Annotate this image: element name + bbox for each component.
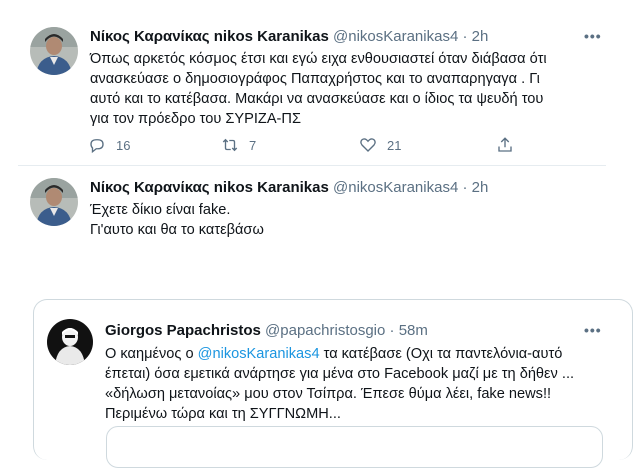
display-name[interactable]: Νίκος Καρανίκας nikos Karanikas bbox=[90, 28, 329, 45]
retweet-count: 7 bbox=[249, 137, 257, 153]
user-handle[interactable]: @papachristosgio bbox=[265, 322, 385, 339]
divider bbox=[18, 165, 606, 166]
timestamp[interactable]: 2h bbox=[472, 28, 489, 45]
display-name[interactable]: Giorgos Papachristos bbox=[105, 322, 261, 339]
avatar[interactable] bbox=[30, 27, 78, 75]
avatar[interactable] bbox=[30, 178, 78, 226]
embedded-media-card[interactable] bbox=[106, 426, 603, 468]
more-options-icon[interactable]: ••• bbox=[584, 322, 602, 338]
tweet-line: Όπως αρκετός κόσμος έτσι και εγώ ειχα εν… bbox=[90, 51, 547, 67]
tweet-text: Έχετε δίκιο είναι fake. Γι'αυτο και θα τ… bbox=[90, 200, 264, 240]
share-button[interactable] bbox=[496, 136, 514, 154]
tweet-line: «δήλωση μετανοίας» μου στον Τσίπρα. Έπεσ… bbox=[105, 386, 552, 402]
tweet-text: Όπως αρκετός κόσμος έτσι και εγώ ειχα εν… bbox=[90, 49, 547, 129]
timestamp[interactable]: 2h bbox=[472, 179, 489, 196]
more-options-icon[interactable]: ••• bbox=[584, 28, 602, 44]
tweet-line: Περιμένω τώρα και τη ΣΥΓΓΝΩΜΗ... bbox=[105, 406, 341, 422]
reply-button[interactable]: 16 bbox=[88, 136, 130, 154]
tweet-line: ανασκεύασε ο δημοσιογράφος Παπαχρήστος κ… bbox=[90, 71, 540, 87]
reply-count: 16 bbox=[116, 137, 131, 153]
tweet-line: αυτό και το κατέβασα. Μακάρι να ανασκεύα… bbox=[90, 91, 544, 107]
avatar[interactable] bbox=[47, 319, 93, 365]
timestamp[interactable]: 58m bbox=[399, 322, 428, 339]
user-handle[interactable]: @nikosKaranikas4 bbox=[333, 179, 458, 196]
tweet-actions: 16 7 21 bbox=[72, 134, 512, 154]
text-fragment: τα κατέβασε (Οχι τα παντελόνια-αυτό bbox=[319, 346, 563, 362]
quoted-tweet-header: Giorgos Papachristos @papachristosgio · … bbox=[105, 322, 428, 340]
like-button[interactable]: 21 bbox=[359, 136, 401, 154]
separator-dot: · bbox=[462, 28, 468, 45]
separator-dot: · bbox=[389, 322, 395, 339]
retweet-icon bbox=[222, 138, 238, 152]
tweet-line: Έχετε δίκιο είναι fake. bbox=[90, 202, 231, 218]
reply-icon bbox=[90, 139, 104, 154]
tweet-header: Νίκος Καρανίκας nikos Karanikas @nikosKa… bbox=[90, 28, 488, 46]
tweet-line: έπεται) όσα εμετικά ανάρτησε για μένα στ… bbox=[105, 366, 575, 382]
user-handle[interactable]: @nikosKaranikas4 bbox=[333, 28, 458, 45]
mention-link[interactable]: @nikosKaranikas4 bbox=[198, 346, 320, 362]
like-count: 21 bbox=[387, 137, 402, 153]
separator-dot: · bbox=[462, 179, 468, 196]
share-icon bbox=[498, 137, 512, 152]
retweet-button[interactable]: 7 bbox=[221, 136, 256, 154]
tweet-line: Ο καημένος ο @nikosKaranikas4 τα κατέβασ… bbox=[105, 344, 574, 364]
display-name[interactable]: Νίκος Καρανίκας nikos Karanikas bbox=[90, 179, 329, 196]
tweet-line: για τον πρόεδρο του ΣΥΡΙΖΑ-ΠΣ bbox=[90, 111, 301, 127]
tweet-header: Νίκος Καρανίκας nikos Karanikas @nikosKa… bbox=[90, 179, 488, 197]
tweet-line: Γι'αυτο και θα το κατεβάσω bbox=[90, 222, 264, 238]
quoted-tweet-text: Ο καημένος ο @nikosKaranikas4 τα κατέβασ… bbox=[105, 344, 574, 424]
text-fragment: Ο καημένος ο bbox=[105, 346, 198, 362]
like-icon bbox=[360, 138, 376, 152]
